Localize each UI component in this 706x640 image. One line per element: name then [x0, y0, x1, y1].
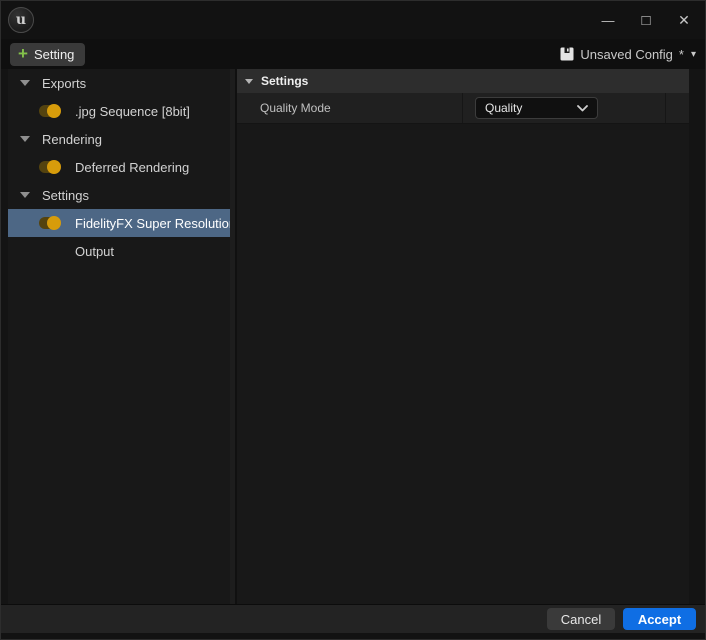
chevron-down-icon — [20, 136, 30, 142]
chevron-down-icon — [20, 80, 30, 86]
property-row-quality-mode: Quality Mode Quality — [237, 93, 689, 124]
save-icon — [560, 47, 574, 61]
selected-option-label: Quality — [485, 101, 522, 115]
tree-item-deferred-rendering[interactable]: Deferred Rendering — [8, 153, 230, 181]
tree-item-label: Deferred Rendering — [75, 160, 189, 175]
category-label: Settings — [42, 188, 89, 203]
config-name-label: Unsaved Config — [580, 47, 673, 62]
cancel-button[interactable]: Cancel — [547, 608, 615, 630]
expand-arrow[interactable] — [8, 136, 42, 142]
title-bar: u — □ ✕ — [1, 1, 705, 39]
dialog-footer: Cancel Accept — [1, 604, 705, 633]
category-label: Rendering — [42, 132, 102, 147]
chevron-down-icon — [20, 192, 30, 198]
chevron-down-icon — [577, 105, 588, 112]
tree-item-label: Output — [75, 244, 114, 259]
enable-toggle-on[interactable] — [39, 105, 60, 117]
window-frame-bottom — [1, 633, 705, 639]
details-section-header[interactable]: Settings — [237, 69, 689, 93]
settings-tree-panel: Exports .jpg Sequence [8bit] Rendering D… — [8, 69, 230, 604]
settings-dialog-window: u — □ ✕ + Setting Unsaved Config * ▾ — [0, 0, 706, 640]
window-controls: — □ ✕ — [589, 1, 705, 39]
category-label: Exports — [42, 76, 86, 91]
tree-item-label: .jpg Sequence [8bit] — [75, 104, 190, 119]
maximize-button[interactable]: □ — [627, 1, 665, 39]
chevron-down-icon — [245, 79, 253, 84]
property-value-cell: Quality — [463, 93, 666, 123]
property-label: Quality Mode — [237, 93, 463, 123]
enable-toggle-on[interactable] — [39, 161, 60, 173]
tree-category-rendering[interactable]: Rendering — [8, 125, 230, 153]
property-extra-cell — [666, 93, 689, 123]
expand-arrow[interactable] — [8, 192, 42, 198]
tree-category-settings[interactable]: Settings — [8, 181, 230, 209]
section-title: Settings — [261, 74, 308, 88]
toggle-knob — [47, 216, 61, 230]
tree-item-fidelityfx-super-resolution-selected[interactable]: FidelityFX Super Resolution — [8, 209, 230, 237]
toggle-knob — [47, 104, 61, 118]
accept-button[interactable]: Accept — [623, 608, 696, 630]
close-button[interactable]: ✕ — [665, 1, 703, 39]
quality-mode-select[interactable]: Quality — [475, 97, 598, 119]
tree-item-jpg-sequence[interactable]: .jpg Sequence [8bit] — [8, 97, 230, 125]
main-area: Exports .jpg Sequence [8bit] Rendering D… — [1, 69, 705, 604]
enable-toggle-on[interactable] — [39, 217, 60, 229]
toggle-knob — [47, 160, 61, 174]
config-preset-dropdown[interactable]: Unsaved Config * ▾ — [560, 47, 696, 62]
panel-splitter[interactable] — [230, 69, 237, 604]
expand-arrow[interactable] — [237, 79, 261, 84]
tree-category-exports[interactable]: Exports — [8, 69, 230, 97]
unsaved-changes-indicator: * — [679, 47, 684, 62]
plus-icon: + — [18, 45, 28, 62]
tree-item-label: FidelityFX Super Resolution — [75, 216, 230, 231]
tree-item-output[interactable]: Output — [8, 237, 230, 265]
caret-down-icon: ▾ — [691, 49, 696, 60]
toolbar: + Setting Unsaved Config * ▾ — [1, 39, 705, 69]
scrollbar-gutter — [689, 69, 697, 604]
unreal-engine-logo-icon: u — [8, 7, 34, 33]
details-panel: Settings Quality Mode Quality — [237, 69, 689, 604]
expand-arrow[interactable] — [8, 80, 42, 86]
add-setting-label: Setting — [34, 47, 74, 62]
add-setting-button[interactable]: + Setting — [10, 43, 85, 66]
minimize-button[interactable]: — — [589, 1, 627, 39]
